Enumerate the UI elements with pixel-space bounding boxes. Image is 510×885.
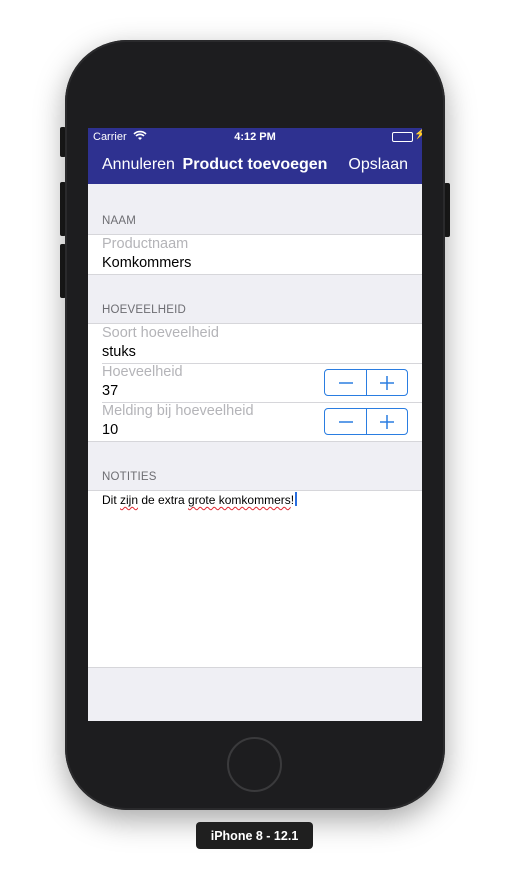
notes-text: Dit zijn de extra grote komkommers! — [102, 492, 298, 507]
device-label: iPhone 8 - 12.1 — [196, 822, 313, 849]
hoeveelheid-group: Soort hoeveelheid stuks Hoeveelheid 37 M… — [88, 323, 422, 442]
plus-icon — [380, 414, 394, 429]
navigation-bar: Carrier 4:12 PM ⚡ Annuleren Product toev… — [88, 128, 422, 184]
minus-icon — [338, 381, 353, 384]
soort-hoeveelheid-label: Soort hoeveelheid — [102, 325, 219, 341]
section-header-naam: NAAM — [102, 215, 137, 227]
melding-field: Melding bij hoeveelheid 10 — [88, 402, 422, 441]
plus-icon — [380, 375, 394, 390]
misspelled-word: zijn — [120, 493, 139, 507]
notes-text-segment: Dit — [102, 493, 120, 507]
productnaam-value: Komkommers — [102, 255, 192, 271]
hoeveelheid-label: Hoeveelheid — [102, 364, 183, 380]
notes-text-segment: de extra — [138, 493, 189, 507]
minus-icon — [338, 420, 353, 423]
battery-icon: ⚡ — [392, 129, 422, 142]
hoeveelheid-decrement-button[interactable] — [325, 370, 366, 395]
melding-decrement-button[interactable] — [325, 409, 366, 434]
hoeveelheid-value: 37 — [102, 383, 119, 399]
section-header-notities: NOTITIES — [102, 471, 157, 483]
melding-label: Melding bij hoeveelheid — [102, 403, 254, 419]
screen: Carrier 4:12 PM ⚡ Annuleren Product toev… — [88, 128, 422, 721]
productnaam-field[interactable]: Productnaam Komkommers — [88, 235, 422, 274]
clock: 4:12 PM — [234, 131, 276, 143]
melding-increment-button[interactable] — [366, 409, 407, 434]
hoeveelheid-field: Hoeveelheid 37 — [88, 363, 422, 402]
naam-group: Productnaam Komkommers — [88, 234, 422, 275]
notes-text-segment: ! — [290, 493, 295, 507]
status-bar: Carrier 4:12 PM ⚡ — [88, 128, 422, 146]
productnaam-label: Productnaam — [102, 236, 189, 252]
section-header-hoeveelheid: HOEVEELHEID — [102, 304, 187, 316]
soort-hoeveelheid-value: stuks — [102, 344, 136, 360]
save-button[interactable]: Opslaan — [348, 156, 408, 174]
charging-icon: ⚡ — [414, 129, 422, 140]
melding-value: 10 — [102, 422, 119, 438]
home-button[interactable] — [227, 737, 282, 792]
soort-hoeveelheid-field[interactable]: Soort hoeveelheid stuks — [88, 324, 422, 363]
notes-textarea[interactable]: Dit zijn de extra grote komkommers! — [88, 490, 422, 668]
melding-stepper — [324, 408, 408, 435]
text-cursor — [295, 492, 298, 506]
cancel-button[interactable]: Annuleren — [102, 156, 175, 174]
misspelled-word: grote komkommers — [188, 493, 291, 507]
hoeveelheid-increment-button[interactable] — [366, 370, 407, 395]
hoeveelheid-stepper — [324, 369, 408, 396]
